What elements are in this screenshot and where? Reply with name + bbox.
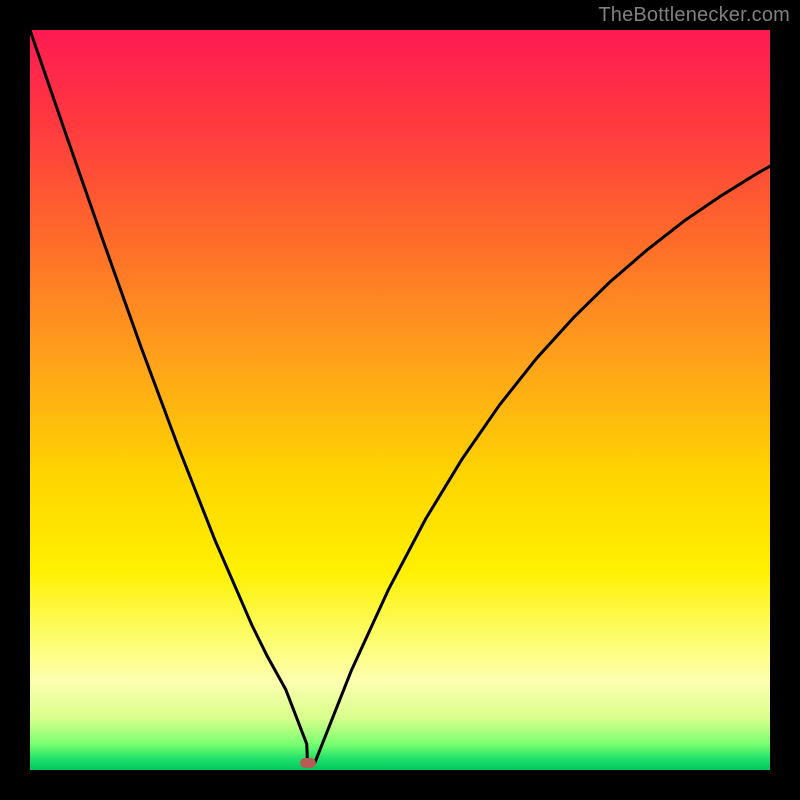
chart-plot-area: [30, 30, 770, 770]
optimal-point-marker: [300, 758, 316, 768]
chart-background-gradient: [30, 30, 770, 770]
attribution-text: TheBottlenecker.com: [598, 4, 790, 27]
